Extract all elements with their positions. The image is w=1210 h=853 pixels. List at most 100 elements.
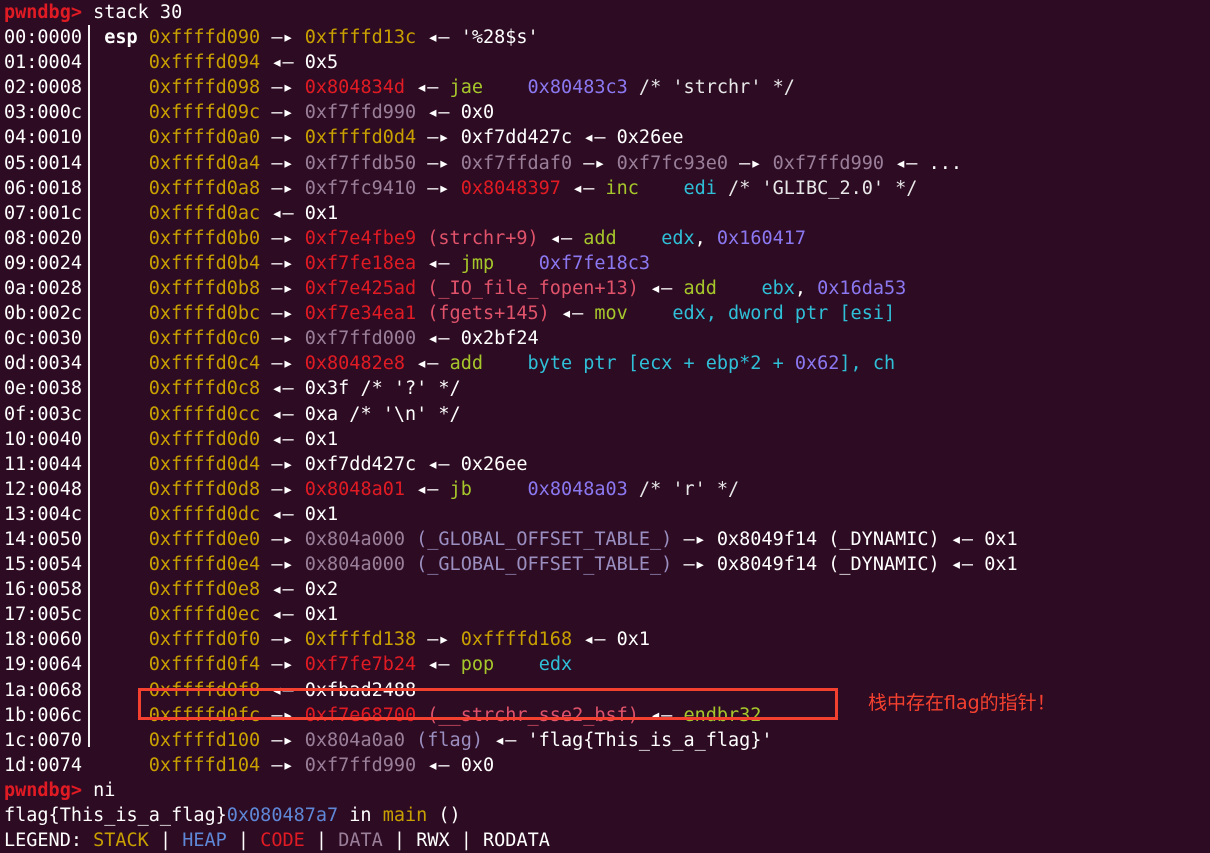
- stack-index: 0f:003c: [4, 403, 82, 425]
- stack-row[interactable]: 19:0064 0xffffd0f4 —▸ 0xf7fe7b24 ◂— pop …: [0, 652, 1210, 677]
- stack-row[interactable]: 08:0020 0xffffd0b0 —▸ 0xf7e4fbe9 (strchr…: [0, 226, 1210, 251]
- stack-address: 0xffffd104: [148, 754, 261, 776]
- stack-address: 0xffffd0d4: [148, 453, 261, 475]
- stack-index: 1a:0068: [4, 679, 82, 701]
- stack-address: 0xffffd0d0: [148, 428, 261, 450]
- stack-address: 0xffffd0f0: [148, 629, 261, 651]
- stack-address: 0xffffd0e0: [148, 528, 261, 550]
- stack-row[interactable]: 0a:0028 0xffffd0b8 —▸ 0xf7e425ad (_IO_fi…: [0, 276, 1210, 301]
- output-stop-address: 0x080487a7: [226, 805, 339, 826]
- flag-annotation-text: 栈中存在flag的指针！: [868, 692, 1056, 714]
- stack-index: 10:0040: [4, 428, 82, 450]
- stack-row[interactable]: 02:0008 0xffffd098 —▸ 0x804834d ◂— jae 0…: [0, 75, 1210, 100]
- command-text-ni: ni: [93, 779, 116, 801]
- command-line-stack: pwndbg> stack 30: [0, 0, 1210, 25]
- stack-row[interactable]: 18:0060 0xffffd0f0 —▸ 0xffffd138 —▸ 0xff…: [0, 627, 1210, 652]
- stack-row[interactable]: 12:0048 0xffffd0d8 —▸ 0x8048a01 ◂— jb 0x…: [0, 477, 1210, 502]
- stack-index: 11:0044: [4, 453, 82, 475]
- legend-rodata: RODATA: [483, 830, 550, 852]
- command-line-ni: pwndbg> ni: [0, 778, 1210, 803]
- stack-address: 0xffffd098: [148, 77, 261, 99]
- stack-row[interactable]: 0d:0034 0xffffd0c4 —▸ 0x80482e8 ◂— add b…: [0, 351, 1210, 376]
- stack-index-separator: [88, 25, 90, 747]
- output-in-word: in: [338, 805, 383, 826]
- prompt-label: pwndbg>: [4, 2, 82, 23]
- stack-address: 0xffffd0e4: [148, 554, 261, 576]
- stack-index: 1b:006c: [4, 704, 82, 726]
- stack-address: 0xffffd0cc: [148, 403, 261, 425]
- stack-index: 0a:0028: [4, 278, 82, 300]
- stack-index: 09:0024: [4, 252, 82, 274]
- stack-index: 1c:0070: [4, 729, 82, 751]
- legend-data: DATA: [338, 830, 383, 852]
- program-output-line: flag{This_is_a_flag}0x080487a7 in main (…: [0, 803, 1210, 828]
- stack-row[interactable]: 07:001c 0xffffd0ac ◂— 0x1: [0, 201, 1210, 226]
- stack-address: 0xffffd09c: [148, 102, 261, 124]
- output-flag-string: flag{This_is_a_flag}: [4, 805, 227, 826]
- stack-address: 0xffffd0a4: [148, 152, 261, 174]
- stack-index: 13:004c: [4, 503, 82, 525]
- stack-address: 0xffffd0f8: [148, 679, 261, 701]
- stack-address: 0xffffd0c8: [148, 378, 261, 400]
- stack-index: 04:0010: [4, 127, 82, 149]
- stack-row[interactable]: 06:0018 0xffffd0a8 —▸ 0xf7fc9410 —▸ 0x80…: [0, 176, 1210, 201]
- stack-index: 15:0054: [4, 554, 82, 576]
- stack-index: 14:0050: [4, 528, 82, 550]
- stack-index: 0d:0034: [4, 353, 82, 375]
- stack-row[interactable]: 01:0004 0xffffd094 ◂— 0x5: [0, 50, 1210, 75]
- stack-index: 06:0018: [4, 177, 82, 199]
- stack-row-flag[interactable]: 1c:0070 0xffffd100 —▸ 0x804a0a0 (flag) ◂…: [0, 728, 1210, 753]
- output-function-name: main: [382, 805, 428, 826]
- stack-address: 0xffffd0c0: [148, 328, 261, 350]
- stack-index: 07:001c: [4, 202, 82, 224]
- stack-row[interactable]: 00:0000 esp 0xffffd090 —▸ 0xffffd13c ◂— …: [0, 25, 1210, 50]
- stack-row[interactable]: 0b:002c 0xffffd0bc —▸ 0xf7e34ea1 (fgets+…: [0, 301, 1210, 326]
- stack-row[interactable]: 0f:003c 0xffffd0cc ◂— 0xa /* '\n' */: [0, 402, 1210, 427]
- stack-index: 00:0000: [4, 27, 82, 49]
- legend-label: LEGEND:: [4, 830, 94, 852]
- stack-index: 19:0064: [4, 654, 82, 676]
- stack-index: 18:0060: [4, 629, 82, 651]
- stack-row[interactable]: 16:0058 0xffffd0e8 ◂— 0x2: [0, 577, 1210, 602]
- stack-address: 0xffffd0b0: [148, 227, 261, 249]
- legend-stack: STACK: [93, 830, 149, 852]
- stack-address: 0xffffd0b4: [148, 252, 261, 274]
- stack-row[interactable]: 0c:0030 0xffffd0c0 —▸ 0xf7ffd000 ◂— 0x2b…: [0, 326, 1210, 351]
- stack-row[interactable]: 05:0014 0xffffd0a4 —▸ 0xf7ffdb50 —▸ 0xf7…: [0, 151, 1210, 176]
- stack-row[interactable]: 14:0050 0xffffd0e0 —▸ 0x804a000 (_GLOBAL…: [0, 527, 1210, 552]
- stack-index: 0e:0038: [4, 378, 82, 400]
- output-parens: (): [427, 805, 461, 826]
- stack-index: 02:0008: [4, 77, 82, 99]
- stack-address: 0xffffd0a0: [148, 127, 261, 149]
- stack-row[interactable]: 13:004c 0xffffd0dc ◂— 0x1: [0, 502, 1210, 527]
- stack-address: 0xffffd0e8: [148, 579, 261, 601]
- stack-address: 0xffffd0b8: [148, 278, 261, 300]
- stack-row[interactable]: 11:0044 0xffffd0d4 —▸ 0xf7dd427c ◂— 0x26…: [0, 452, 1210, 477]
- stack-address: 0xffffd0f4: [148, 654, 261, 676]
- legend-heap: HEAP: [182, 830, 227, 852]
- stack-index: 0b:002c: [4, 303, 82, 325]
- stack-row[interactable]: 03:000c 0xffffd09c —▸ 0xf7ffd990 ◂— 0x0: [0, 100, 1210, 125]
- stack-address: 0xffffd094: [148, 52, 261, 74]
- stack-row[interactable]: 10:0040 0xffffd0d0 ◂— 0x1: [0, 427, 1210, 452]
- stack-row[interactable]: 15:0054 0xffffd0e4 —▸ 0x804a000 (_GLOBAL…: [0, 552, 1210, 577]
- stack-address: 0xffffd100: [148, 729, 261, 751]
- legend-sep-1: |: [148, 830, 183, 852]
- stack-address: 0xffffd090: [148, 27, 261, 49]
- stack-row[interactable]: 17:005c 0xffffd0ec ◂— 0x1: [0, 602, 1210, 627]
- stack-address: 0xffffd0a8: [148, 177, 261, 199]
- stack-row[interactable]: 09:0024 0xffffd0b4 —▸ 0xf7fe18ea ◂— jmp …: [0, 251, 1210, 276]
- stack-row[interactable]: 0e:0038 0xffffd0c8 ◂— 0x3f /* '?' */: [0, 376, 1210, 401]
- stack-address: 0xffffd0fc: [148, 704, 261, 726]
- stack-index: 12:0048: [4, 478, 82, 500]
- legend-sep-2: |: [226, 830, 261, 852]
- stack-address: 0xffffd0c4: [148, 353, 261, 375]
- stack-row[interactable]: 04:0010 0xffffd0a0 —▸ 0xffffd0d4 —▸ 0xf7…: [0, 125, 1210, 150]
- prompt-label-2: pwndbg>: [4, 779, 82, 801]
- stack-row[interactable]: 1d:0074 0xffffd104 —▸ 0xf7ffd990 ◂— 0x0: [0, 753, 1210, 778]
- legend-code: CODE: [260, 830, 305, 852]
- stack-address: 0xffffd0d8: [148, 478, 261, 500]
- stack-index: 01:0004: [4, 52, 82, 74]
- esp-marker: esp: [104, 27, 138, 49]
- stack-index: 17:005c: [4, 604, 82, 626]
